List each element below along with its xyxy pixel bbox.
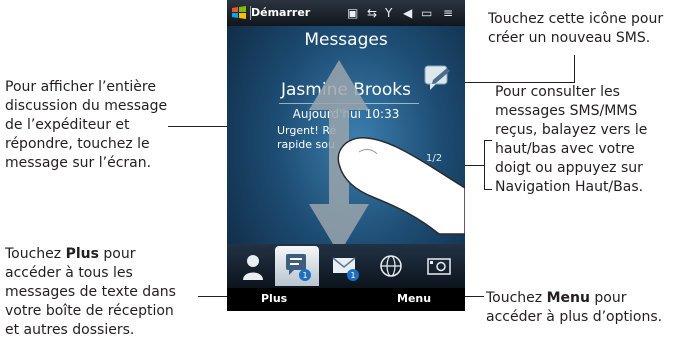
- callout-view-discussion: Pour afficher l’entière discussion du me…: [5, 79, 168, 171]
- camera-icon: [427, 258, 451, 275]
- screen-title: Messages: [304, 30, 388, 50]
- callout-swipe: Pour consulter les messages SMS/MMS reçu…: [495, 84, 648, 195]
- sms-icon: 1: [286, 254, 311, 281]
- soft-key-bar: Plus Menu: [227, 288, 465, 311]
- leader-line-compose-h: [456, 82, 575, 83]
- windows-flag-icon[interactable]: [231, 5, 247, 21]
- connection-icon[interactable]: ⇆: [367, 6, 377, 20]
- tab-camera[interactable]: [417, 246, 461, 286]
- menu-lines-icon[interactable]: ≡: [443, 6, 453, 20]
- status-bar: Démarrer ▣ ⇆ Y ◀ ▭ ≡: [227, 0, 465, 26]
- leader-line-swipe-bot: [484, 189, 492, 190]
- leader-line-compose-v: [574, 55, 575, 83]
- notification-icon[interactable]: ▣: [347, 6, 358, 20]
- leader-line-swipe-top: [484, 140, 492, 141]
- svg-text:1: 1: [350, 271, 355, 280]
- person-icon: [243, 255, 263, 280]
- phone-screen: Démarrer ▣ ⇆ Y ◀ ▭ ≡ Messages Jasmine Br…: [227, 0, 465, 311]
- envelope-icon: 1: [332, 257, 359, 281]
- swipe-gesture-illustration: [309, 60, 465, 254]
- tab-contacts[interactable]: [231, 246, 275, 286]
- signal-icon[interactable]: Y: [385, 6, 392, 20]
- battery-icon[interactable]: ▭: [421, 6, 432, 20]
- tab-email[interactable]: 1: [323, 246, 367, 286]
- callout-menu: Touchez Menu pour accéder à plus d’optio…: [486, 290, 663, 325]
- volume-icon[interactable]: ◀: [403, 6, 412, 20]
- plus-softkey[interactable]: Plus: [261, 292, 287, 305]
- start-label[interactable]: Démarrer: [251, 6, 310, 19]
- tab-messages[interactable]: 1: [275, 246, 319, 286]
- svg-text:1: 1: [302, 271, 307, 280]
- menu-softkey[interactable]: Menu: [397, 292, 431, 305]
- callout-compose: Touchez cette icône pour créer un nouvea…: [488, 11, 664, 46]
- tab-bar: 1 1: [227, 244, 465, 288]
- tab-internet[interactable]: [369, 246, 413, 286]
- callout-plus: Touchez Plus pour accéder à tous les mes…: [5, 246, 176, 338]
- globe-icon: [380, 255, 402, 277]
